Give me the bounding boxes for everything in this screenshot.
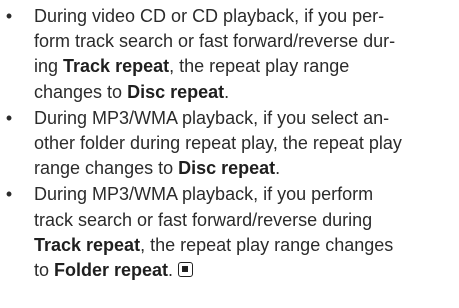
- note-line: During video CD or CD playback, if you p…: [34, 4, 453, 29]
- emphasis-term: Track repeat: [63, 56, 170, 77]
- emphasis-term: Disc repeat: [127, 81, 225, 102]
- bullet-icon: •: [5, 184, 13, 205]
- note-line: track search or fast forward/reverse dur…: [34, 208, 453, 233]
- note-text: form track search or fast forward/revers…: [34, 31, 396, 52]
- note-line: During MP3/WMA playback, if you perform: [34, 182, 453, 207]
- note-text: , the repeat play range: [169, 56, 350, 77]
- notes-list: • During video CD or CD playback, if you …: [0, 4, 459, 284]
- note-line: other folder during repeat play, the rep…: [34, 131, 453, 156]
- note-text: .: [224, 81, 230, 102]
- note-line: changes to Disc repeat.: [34, 80, 453, 105]
- note-text: During video CD or CD playback, if you p…: [34, 6, 385, 26]
- emphasis-term: Folder repeat: [54, 260, 169, 281]
- note-text: other folder during repeat play, the rep…: [34, 133, 402, 154]
- note-text: changes to: [34, 81, 128, 102]
- note-text: , the repeat play range changes: [140, 234, 394, 255]
- note-text: ing: [34, 56, 64, 77]
- note-line: Track repeat, the repeat play range chan…: [34, 233, 453, 258]
- note-item: • During video CD or CD playback, if you …: [0, 4, 459, 105]
- end-of-section-icon: [178, 262, 194, 278]
- note-text: During MP3/WMA playback, if you select a…: [34, 107, 390, 128]
- bullet-icon: •: [5, 6, 13, 26]
- note-text: range changes to: [34, 158, 179, 179]
- note-item: • During MP3/WMA playback, if you perform…: [0, 182, 459, 283]
- note-text: to: [34, 260, 55, 281]
- note-text: During MP3/WMA playback, if you perform: [34, 184, 374, 205]
- note-line: ing Track repeat, the repeat play range: [34, 54, 453, 79]
- note-line: to Folder repeat.: [34, 258, 453, 283]
- note-item: • During MP3/WMA playback, if you select …: [0, 106, 459, 182]
- note-line: During MP3/WMA playback, if you select a…: [34, 106, 453, 131]
- note-line: form track search or fast forward/revers…: [34, 29, 453, 54]
- bullet-icon: •: [5, 107, 13, 128]
- note-text: .: [275, 158, 281, 179]
- note-line: range changes to Disc repeat.: [34, 156, 453, 181]
- emphasis-term: Track repeat: [34, 234, 141, 255]
- emphasis-term: Disc repeat: [178, 158, 276, 179]
- note-text: .: [168, 260, 174, 281]
- note-text: track search or fast forward/reverse dur…: [34, 209, 373, 230]
